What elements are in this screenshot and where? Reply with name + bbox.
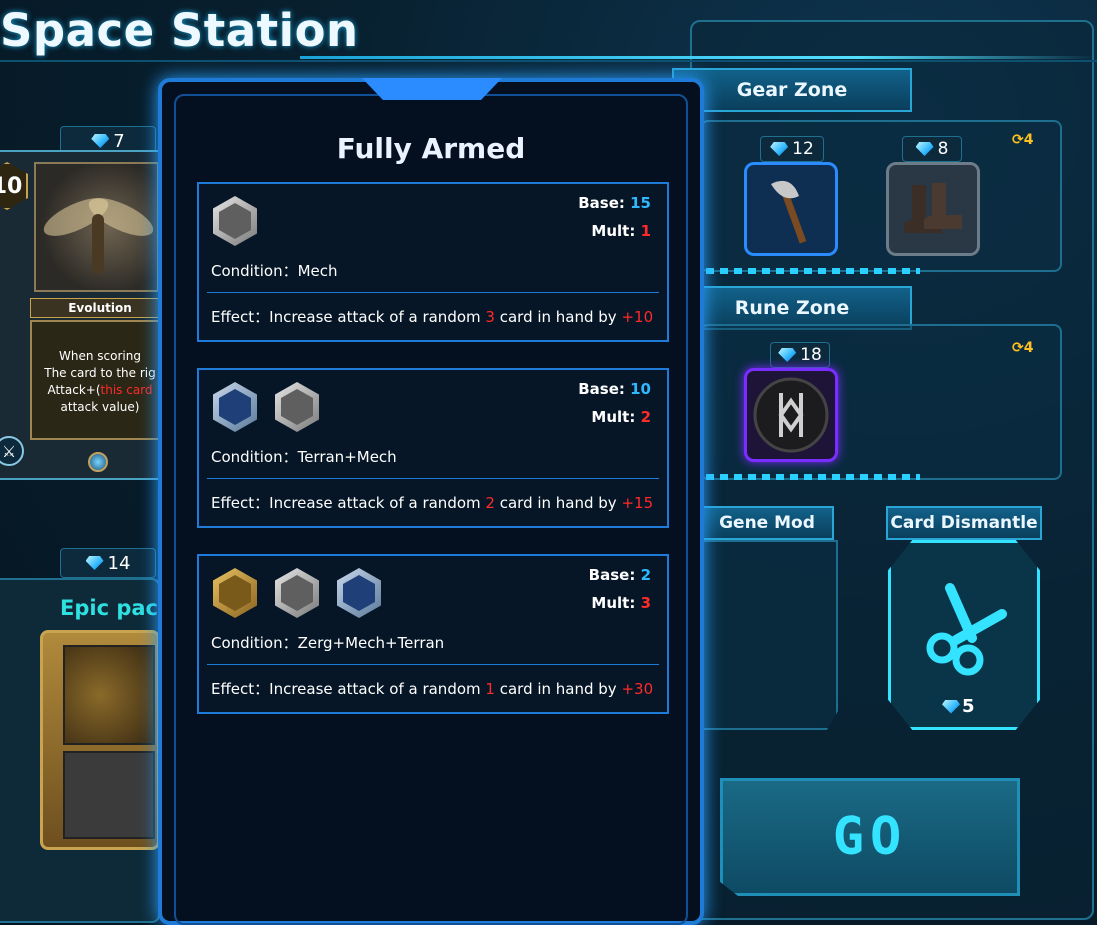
refresh-icon: ⟳ xyxy=(1012,132,1024,148)
rune-refresh-count: 4 xyxy=(1023,340,1034,356)
rune-slot[interactable] xyxy=(744,368,838,462)
grey-hex-icon xyxy=(213,196,257,246)
popup-top-tab xyxy=(362,78,502,100)
gear-refresh-count: 4 xyxy=(1023,132,1034,148)
rule-separator xyxy=(207,478,659,479)
rule-box: Base: 2 Mult: 3 Condition：Zerg+Mech+Terran… xyxy=(197,554,669,714)
rule-effect: Effect：Increase attack of a random 2 car… xyxy=(211,494,654,512)
rune-divider xyxy=(706,474,920,480)
card-name: Evolution xyxy=(30,298,163,318)
rule-box: Base: 10 Mult: 2 Condition：Terran+Mech Effe… xyxy=(197,368,669,528)
header-divider xyxy=(0,60,1097,62)
blue-hex-icon xyxy=(337,568,381,618)
rune-refresh[interactable]: ⟳4 xyxy=(1012,340,1033,356)
gear-slot-axe[interactable] xyxy=(744,162,838,256)
gem-icon xyxy=(85,556,104,570)
grey-hex-icon xyxy=(275,568,319,618)
rule-base: Base: 10 xyxy=(578,380,651,398)
orb-icon xyxy=(88,452,108,472)
gear-slot-boots[interactable] xyxy=(886,162,980,256)
rune-icon xyxy=(753,377,829,453)
page-title: Space Station xyxy=(0,4,359,57)
rule-base: Base: 15 xyxy=(578,194,651,212)
rule-mult: Mult: 1 xyxy=(591,222,651,240)
card-level-badge: 10 xyxy=(0,162,28,210)
header-accent-line xyxy=(300,56,1097,59)
rule-condition: Condition：Zerg+Mech+Terran xyxy=(211,634,445,652)
gem-icon xyxy=(91,134,110,148)
gear-divider xyxy=(706,268,920,274)
gene-mod-tab: Gene Mod xyxy=(700,506,834,540)
rule-condition: Condition：Mech xyxy=(211,262,338,280)
gear-item-cost: 8 xyxy=(902,136,962,162)
gold-hex-icon xyxy=(213,568,257,618)
grey-hex-icon xyxy=(275,382,319,432)
rule-condition: Condition：Terran+Mech xyxy=(211,448,397,466)
card-art xyxy=(34,162,159,292)
dismantle-cost: 5 xyxy=(942,696,975,717)
card-desc-line: Attack+(this card xyxy=(47,383,153,397)
sword-icon: ⚔ xyxy=(0,436,24,466)
boots-icon xyxy=(904,183,962,233)
refresh-icon: ⟳ xyxy=(1012,340,1024,356)
rule-separator xyxy=(207,292,659,293)
card-desc-line: attack value) xyxy=(60,400,140,414)
rule-separator xyxy=(207,664,659,665)
fully-armed-popup: Fully Armed Base: 15 Mult: 1 Condition：Mec… xyxy=(158,78,704,925)
pack-title: Epic pack xyxy=(60,596,172,620)
axe-icon xyxy=(771,180,807,244)
scissors-icon xyxy=(926,583,1007,676)
rule-effect: Effect：Increase attack of a random 1 car… xyxy=(211,680,654,698)
card-desc-line: The card to the rig xyxy=(44,366,156,380)
card-cost: 7 xyxy=(113,130,125,152)
gear-refresh[interactable]: ⟳4 xyxy=(1012,132,1033,148)
rule-box: Base: 15 Mult: 1 Condition：Mech Effect：Incr… xyxy=(197,182,669,342)
rule-effect: Effect：Increase attack of a random 3 car… xyxy=(211,308,654,326)
rule-base: Base: 2 xyxy=(588,566,651,584)
pack-cost-badge: 14 xyxy=(60,548,156,578)
gene-mod-slot[interactable] xyxy=(700,540,838,730)
card-description: When scoring The card to the rig Attack+… xyxy=(30,320,163,440)
blue-hex-icon xyxy=(213,382,257,432)
rune-item-cost: 18 xyxy=(770,342,830,368)
popup-title: Fully Armed xyxy=(336,132,526,165)
gear-item-cost: 12 xyxy=(760,136,824,162)
pack-cost: 14 xyxy=(107,552,131,574)
evolution-card[interactable]: 10 Evolution When scoring The card to th… xyxy=(0,150,165,480)
pack-art xyxy=(40,630,160,850)
rule-mult: Mult: 2 xyxy=(591,408,651,426)
gear-zone-tab: Gear Zone xyxy=(672,68,912,112)
gem-icon xyxy=(942,699,960,714)
card-desc-line: When scoring xyxy=(59,349,141,363)
card-dismantle-tab: Card Dismantle xyxy=(886,506,1042,540)
go-button[interactable]: GO xyxy=(720,778,1020,896)
rule-mult: Mult: 3 xyxy=(591,594,651,612)
